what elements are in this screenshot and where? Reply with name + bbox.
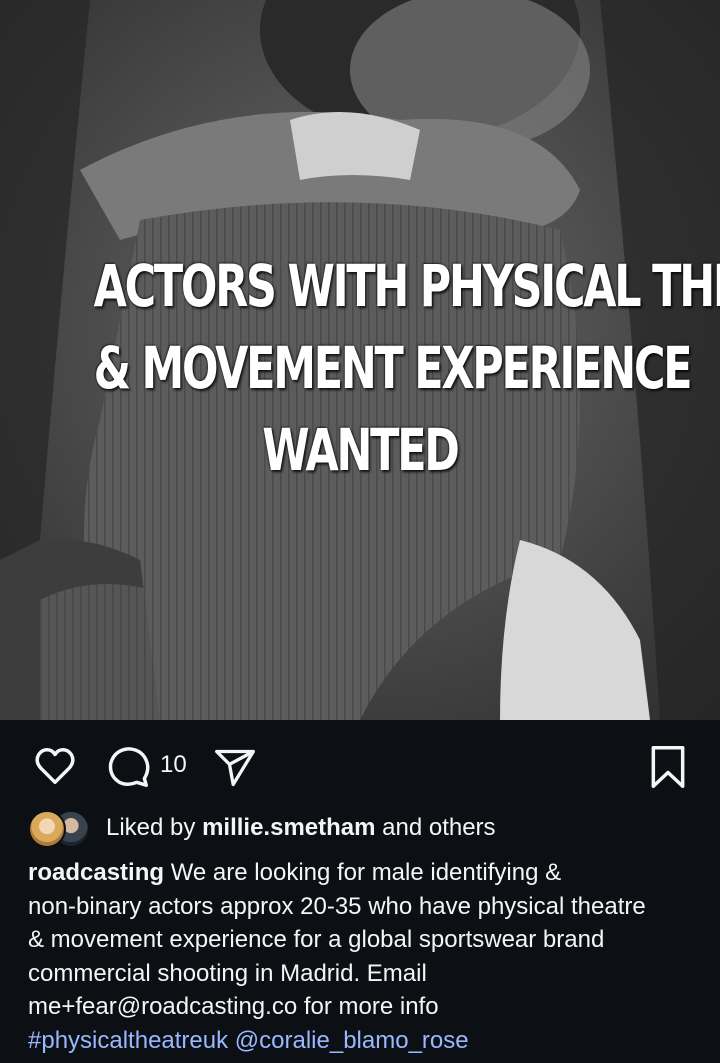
post-actions-bar: 10 <box>0 720 720 812</box>
caption-line: & movement experience for a global sport… <box>28 926 605 954</box>
comment-bubble-icon[interactable] <box>106 744 152 790</box>
post-image[interactable]: ACTORS WITH PHYSICAL THEATRE & MOVEMENT … <box>0 0 720 720</box>
liker-username[interactable]: millie.smetham <box>202 814 375 841</box>
comment-count[interactable]: 10 <box>160 751 187 779</box>
headline-line: ACTORS WITH PHYSICAL THEATRE <box>93 252 720 320</box>
caption-line: commercial shooting in Madrid. Email <box>28 959 427 987</box>
caption-text: We are looking for male identifying & <box>164 859 562 886</box>
liker-avatars[interactable] <box>28 810 94 848</box>
headline-line: & MOVEMENT EXPERIENCE <box>93 334 693 402</box>
headline-line: WANTED <box>262 416 460 484</box>
avatar <box>28 810 66 848</box>
post-caption: roadcasting We are looking for male iden… <box>28 856 708 1058</box>
caption-line: me+fear@roadcasting.co for more info <box>28 993 439 1021</box>
heart-outline-icon[interactable] <box>32 743 78 789</box>
hashtag-link[interactable]: #physicaltheatreuk <box>28 1027 228 1054</box>
likes-prefix: Liked by <box>106 814 203 841</box>
likes-suffix[interactable]: and others <box>375 814 495 841</box>
bookmark-icon[interactable] <box>646 744 690 790</box>
mention-link[interactable]: @coralie_blamo_rose <box>235 1027 469 1054</box>
likes-row[interactable]: Liked by millie.smetham and others <box>28 808 496 848</box>
likes-text: Liked by millie.smetham and others <box>106 814 496 842</box>
paper-plane-icon[interactable] <box>213 746 257 790</box>
caption-tags-line: #physicaltheatreuk @coralie_blamo_rose <box>28 1024 708 1058</box>
caption-line: non-binary actors approx 20-35 who have … <box>28 892 646 920</box>
image-headline: ACTORS WITH PHYSICAL THEATRE & MOVEMENT … <box>93 245 720 491</box>
caption-username[interactable]: roadcasting <box>28 859 164 886</box>
caption-line: roadcasting We are looking for male iden… <box>28 856 708 890</box>
